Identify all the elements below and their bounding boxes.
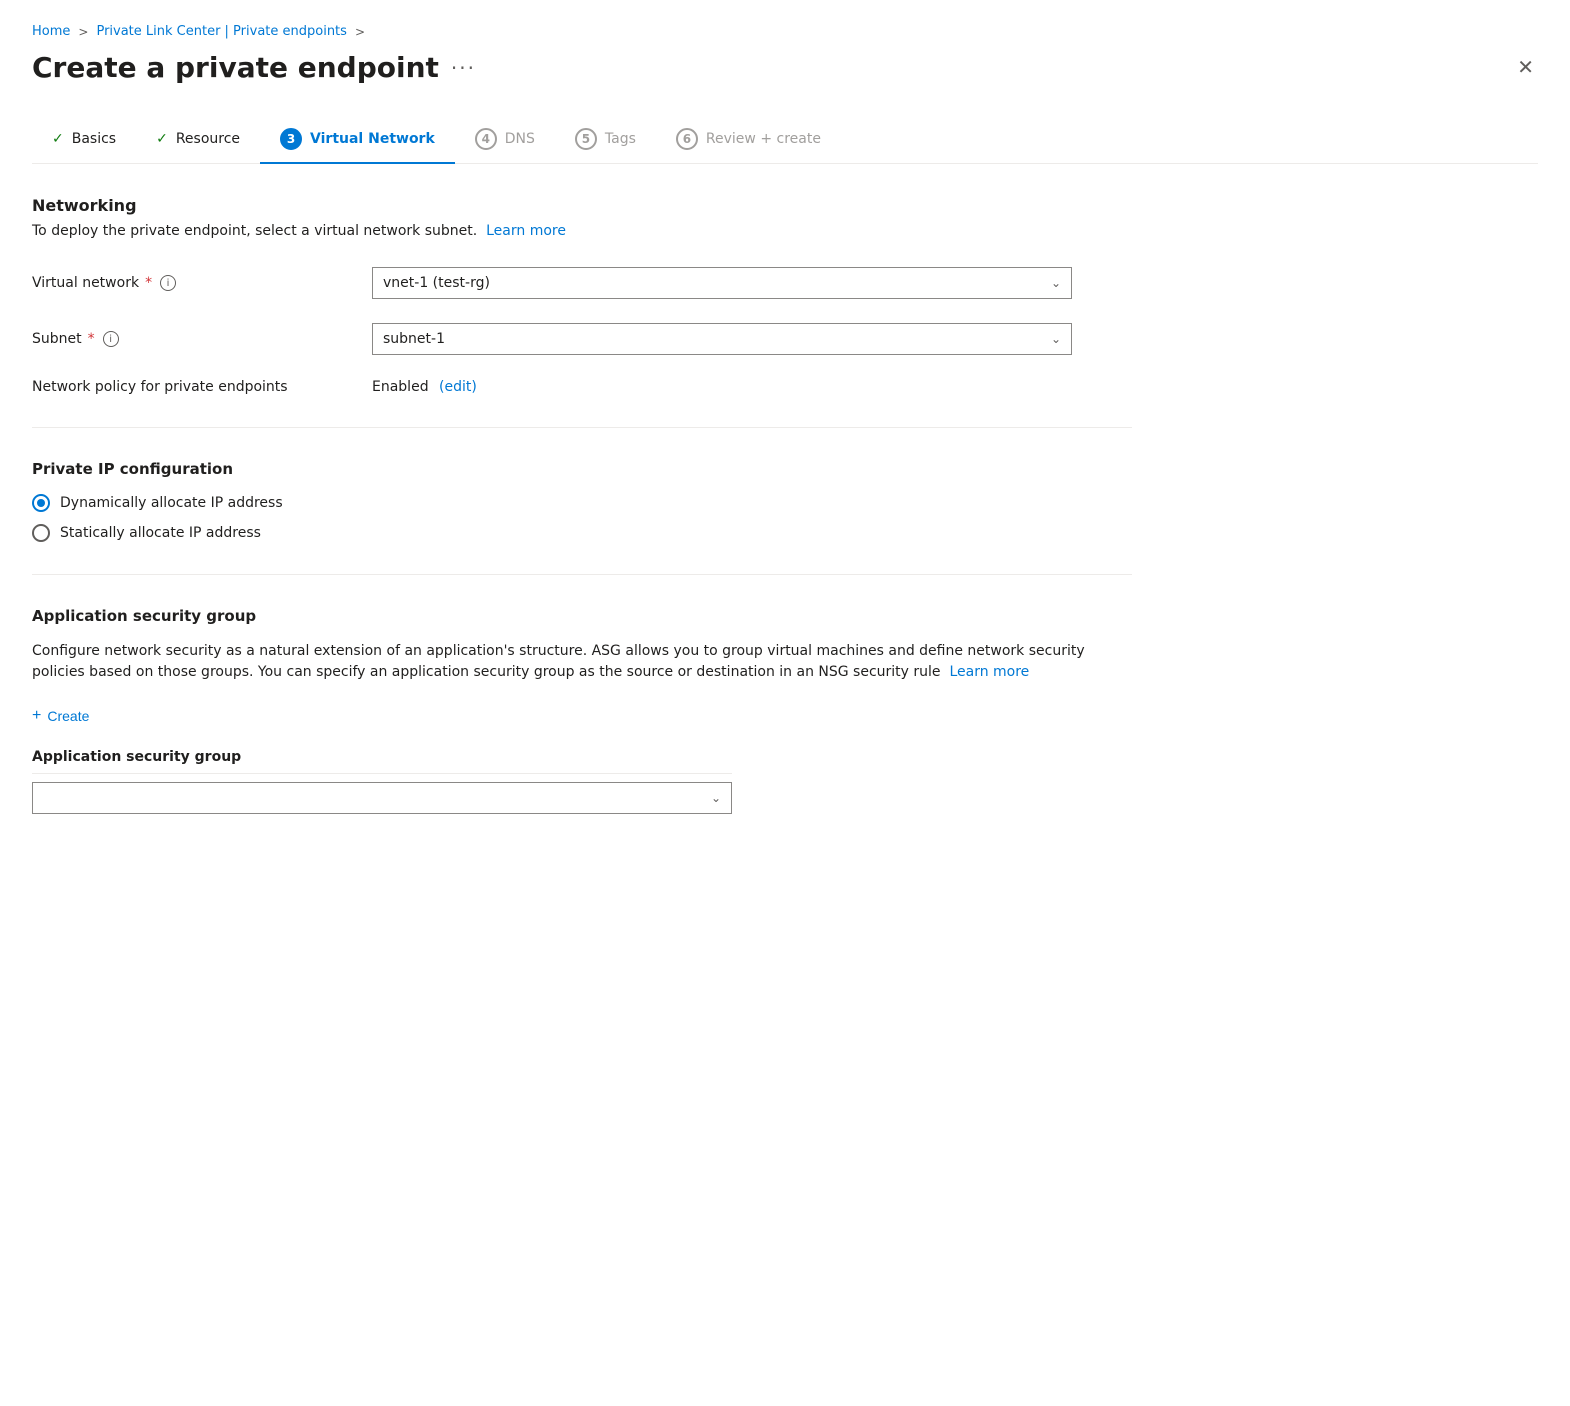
private-ip-section: Private IP configuration Dynamically all… bbox=[32, 460, 1132, 542]
radio-dynamic-outer bbox=[32, 494, 50, 512]
radio-group: Dynamically allocate IP address Statical… bbox=[32, 494, 1132, 542]
tab-dns-label: DNS bbox=[505, 131, 535, 147]
asg-section: Application security group Configure net… bbox=[32, 607, 1132, 814]
asg-section-title: Application security group bbox=[32, 607, 1132, 625]
tab-dns-number: 4 bbox=[482, 132, 490, 146]
page-header: Create a private endpoint ··· ✕ bbox=[32, 51, 1538, 84]
breadcrumb-sep2: > bbox=[355, 25, 365, 39]
asg-dropdown[interactable]: ⌄ bbox=[32, 782, 732, 814]
network-policy-label: Network policy for private endpoints bbox=[32, 379, 372, 395]
tab-tags[interactable]: 5 Tags bbox=[555, 116, 656, 164]
tab-basics-label: Basics bbox=[72, 131, 116, 147]
tab-resource[interactable]: ✓ Resource bbox=[136, 119, 260, 161]
subnet-dropdown-arrow: ⌄ bbox=[1051, 332, 1061, 346]
subnet-info-icon[interactable]: i bbox=[103, 331, 119, 347]
more-options-icon[interactable]: ··· bbox=[451, 56, 476, 80]
asg-create-button[interactable]: + Create bbox=[32, 707, 89, 725]
subnet-dropdown-value: subnet-1 bbox=[383, 331, 445, 347]
radio-static[interactable]: Statically allocate IP address bbox=[32, 524, 1132, 542]
subnet-dropdown[interactable]: subnet-1 ⌄ bbox=[372, 323, 1072, 355]
subnet-required: * bbox=[88, 331, 95, 347]
tab-virtual-network-label: Virtual Network bbox=[310, 131, 435, 147]
virtual-network-info-icon[interactable]: i bbox=[160, 275, 176, 291]
network-policy-edit-link[interactable]: (edit) bbox=[439, 379, 477, 395]
virtual-network-required: * bbox=[145, 275, 152, 291]
divider-1 bbox=[32, 427, 1132, 428]
breadcrumb-home[interactable]: Home bbox=[32, 24, 70, 39]
networking-section: Networking To deploy the private endpoin… bbox=[32, 196, 1132, 395]
radio-static-label: Statically allocate IP address bbox=[60, 525, 261, 541]
virtual-network-label-text: Virtual network bbox=[32, 275, 139, 291]
asg-create-label: Create bbox=[47, 708, 89, 724]
networking-section-title: Networking bbox=[32, 196, 1132, 215]
close-button[interactable]: ✕ bbox=[1513, 51, 1538, 84]
subnet-label-text: Subnet bbox=[32, 331, 82, 347]
page-title: Create a private endpoint bbox=[32, 51, 439, 84]
tab-review-create-circle: 6 bbox=[676, 128, 698, 150]
breadcrumb-private-link[interactable]: Private Link Center | Private endpoints bbox=[96, 24, 346, 39]
asg-dropdown-arrow: ⌄ bbox=[711, 791, 721, 805]
tab-tags-label: Tags bbox=[605, 131, 636, 147]
tab-virtual-network-circle: 3 bbox=[280, 128, 302, 150]
radio-dynamic-inner bbox=[37, 499, 45, 507]
network-policy-value: Enabled bbox=[372, 379, 429, 395]
virtual-network-row: Virtual network * i vnet-1 (test-rg) ⌄ bbox=[32, 267, 1132, 299]
private-ip-section-title: Private IP configuration bbox=[32, 460, 1132, 478]
radio-static-outer bbox=[32, 524, 50, 542]
virtual-network-dropdown-arrow: ⌄ bbox=[1051, 276, 1061, 290]
virtual-network-dropdown[interactable]: vnet-1 (test-rg) ⌄ bbox=[372, 267, 1072, 299]
networking-description-text: To deploy the private endpoint, select a… bbox=[32, 223, 477, 239]
virtual-network-label: Virtual network * i bbox=[32, 275, 372, 291]
network-policy-value-area: Enabled (edit) bbox=[372, 379, 477, 395]
asg-learn-more-link[interactable]: Learn more bbox=[949, 664, 1029, 680]
tab-resource-check-icon: ✓ bbox=[156, 131, 168, 147]
breadcrumb: Home > Private Link Center | Private end… bbox=[32, 24, 1538, 39]
tab-dns-circle: 4 bbox=[475, 128, 497, 150]
asg-table: Application security group ⌄ bbox=[32, 749, 732, 814]
networking-description: To deploy the private endpoint, select a… bbox=[32, 223, 1132, 239]
breadcrumb-sep1: > bbox=[78, 25, 88, 39]
tab-tags-number: 5 bbox=[582, 132, 590, 146]
tabs-container: ✓ Basics ✓ Resource 3 Virtual Network 4 … bbox=[32, 116, 1538, 164]
radio-dynamic[interactable]: Dynamically allocate IP address bbox=[32, 494, 1132, 512]
asg-description-text: Configure network security as a natural … bbox=[32, 643, 1085, 680]
close-icon: ✕ bbox=[1517, 57, 1534, 79]
networking-learn-more-link[interactable]: Learn more bbox=[486, 223, 566, 239]
tab-tags-circle: 5 bbox=[575, 128, 597, 150]
network-policy-row: Network policy for private endpoints Ena… bbox=[32, 379, 1132, 395]
tab-basics[interactable]: ✓ Basics bbox=[32, 119, 136, 161]
network-policy-label-text: Network policy for private endpoints bbox=[32, 379, 288, 395]
asg-create-plus-icon: + bbox=[32, 707, 41, 725]
tab-dns[interactable]: 4 DNS bbox=[455, 116, 555, 164]
divider-2 bbox=[32, 574, 1132, 575]
radio-dynamic-label: Dynamically allocate IP address bbox=[60, 495, 283, 511]
asg-dropdown-row: ⌄ bbox=[32, 782, 732, 814]
page-title-area: Create a private endpoint ··· bbox=[32, 51, 476, 84]
tab-review-create[interactable]: 6 Review + create bbox=[656, 116, 841, 164]
tab-virtual-network-number: 3 bbox=[287, 132, 295, 146]
tab-review-create-label: Review + create bbox=[706, 131, 821, 147]
subnet-label: Subnet * i bbox=[32, 331, 372, 347]
virtual-network-dropdown-value: vnet-1 (test-rg) bbox=[383, 275, 490, 291]
content-area: Networking To deploy the private endpoin… bbox=[32, 196, 1132, 814]
tab-resource-label: Resource bbox=[176, 131, 240, 147]
tab-basics-check-icon: ✓ bbox=[52, 131, 64, 147]
asg-description: Configure network security as a natural … bbox=[32, 641, 1132, 683]
tab-review-create-number: 6 bbox=[683, 132, 691, 146]
asg-table-header: Application security group bbox=[32, 749, 732, 774]
page-container: Home > Private Link Center | Private end… bbox=[0, 0, 1570, 838]
tab-virtual-network[interactable]: 3 Virtual Network bbox=[260, 116, 455, 164]
subnet-row: Subnet * i subnet-1 ⌄ bbox=[32, 323, 1132, 355]
